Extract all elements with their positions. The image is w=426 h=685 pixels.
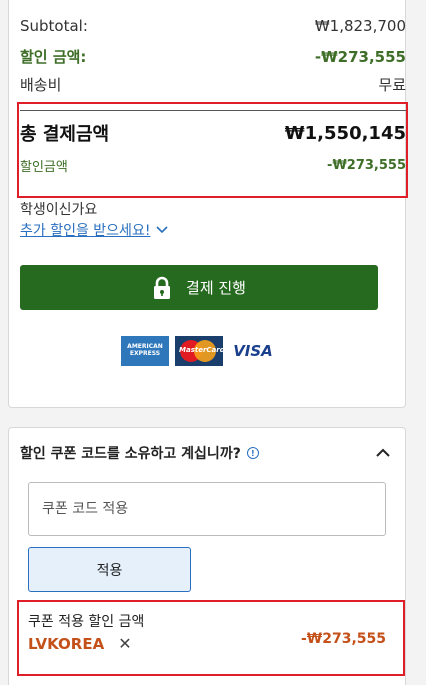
amex-icon: AMERICAN EXPRESS (121, 336, 169, 366)
subtotal-value: ₩1,823,700 (314, 17, 406, 35)
checkout-button-label[interactable]: 결제 진행 (186, 277, 246, 298)
visa-text: VISA (233, 342, 273, 360)
lock-icon (154, 276, 171, 299)
amex-line2: EXPRESS (129, 350, 161, 357)
subtotal-row: Subtotal: ₩1,823,700 (20, 17, 406, 35)
total-highlight-box (17, 102, 408, 198)
shipping-label: 배송비 (20, 76, 62, 94)
shipping-value: 무료 (378, 76, 406, 94)
coupon-heading[interactable]: 할인 쿠폰 코드를 소유하고 계십니까? ! (20, 443, 259, 463)
discount-label: 할인 금액: (20, 48, 87, 66)
coupon-code-input[interactable] (28, 482, 386, 536)
shipping-row: 배송비 무료 (20, 74, 406, 95)
discount-row: 할인 금액: -₩273,555 (20, 46, 406, 67)
mastercard-text: MasterCard (179, 346, 223, 354)
subtotal-label: Subtotal: (20, 17, 88, 35)
coupon-heading-label[interactable]: 할인 쿠폰 코드를 소유하고 계십니까? (20, 443, 241, 463)
chevron-up-icon[interactable] (374, 444, 392, 462)
student-question: 학생이신가요 (20, 202, 98, 218)
visa-icon: VISA (229, 336, 277, 366)
mastercard-icon: MasterCard (175, 336, 223, 366)
info-icon[interactable]: ! (246, 447, 259, 459)
checkout-button[interactable]: 결제 진행 (20, 265, 378, 310)
student-discount-link[interactable]: 추가 할인을 받으세요! (20, 220, 169, 240)
apply-coupon-button-label[interactable]: 적용 (97, 560, 123, 580)
apply-coupon-button[interactable]: 적용 (28, 547, 191, 592)
discount-value: -₩273,555 (314, 47, 406, 66)
coupon-highlight-box (17, 600, 405, 676)
student-discount-link-label[interactable]: 추가 할인을 받으세요! (20, 220, 150, 240)
payment-methods: AMERICAN EXPRESS MasterCard VISA (121, 336, 277, 366)
chevron-down-icon[interactable] (156, 226, 169, 234)
